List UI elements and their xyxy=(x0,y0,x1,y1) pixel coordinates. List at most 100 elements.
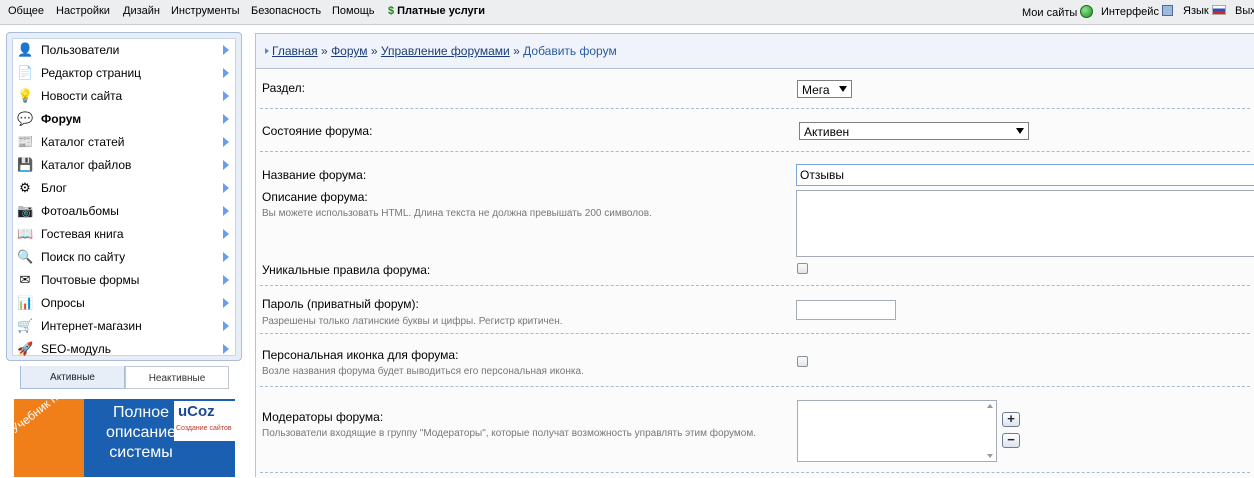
sidebar-item-label: Новости сайта xyxy=(41,89,123,103)
moderators-listbox[interactable] xyxy=(797,400,997,462)
ucoz-logo-subtitle: Создание сайтов xyxy=(176,425,232,432)
menu-my-sites[interactable]: Мои сайты xyxy=(1022,5,1094,19)
module-icon: 📷 xyxy=(17,203,34,218)
sidebar-item[interactable]: 📊 Опросы xyxy=(13,292,235,315)
my-sites-label: Мои сайты xyxy=(1022,7,1078,19)
ucoz-tutorial-banner[interactable]: Учебник по uCoz Полное описание системы … xyxy=(14,399,235,477)
module-list: 👤 Пользователи 📄 Редактор страниц 💡 Новости с… xyxy=(12,38,236,356)
tab-inactive-modules[interactable]: Неактивные xyxy=(125,366,229,389)
interface-label: Интерфейс xyxy=(1101,6,1159,18)
divider xyxy=(260,151,1250,152)
menu-design[interactable]: Дизайн xyxy=(123,5,160,17)
menu-tools[interactable]: Инструменты xyxy=(171,5,240,17)
name-label: Название форума: xyxy=(262,168,367,182)
breadcrumb: Главная » Форум » Управление форумами » … xyxy=(256,34,1254,69)
chevron-right-icon[interactable] xyxy=(223,206,229,216)
divider xyxy=(260,386,1250,387)
chevron-right-icon[interactable] xyxy=(223,68,229,78)
chevron-right-icon[interactable] xyxy=(223,137,229,147)
chevron-right-icon[interactable] xyxy=(223,344,229,354)
sidebar-item[interactable]: ✉ Почтовые формы xyxy=(13,269,235,292)
sidebar-item[interactable]: 👤 Пользователи xyxy=(13,39,235,62)
chevron-right-icon[interactable] xyxy=(223,160,229,170)
menu-help[interactable]: Помощь xyxy=(332,5,375,17)
chevron-right-icon[interactable] xyxy=(223,183,229,193)
state-select[interactable]: Активен xyxy=(799,122,1029,140)
sidebar-item[interactable]: 🔍 Поиск по сайту xyxy=(13,246,235,269)
menu-security[interactable]: Безопасность xyxy=(251,5,321,17)
chevron-down-icon xyxy=(839,86,847,92)
forum-description-textarea[interactable] xyxy=(796,190,1254,257)
menu-general[interactable]: Общее xyxy=(8,5,44,17)
menu-paid-services[interactable]: $ Платные услуги xyxy=(388,5,485,17)
personal-icon-checkbox[interactable] xyxy=(797,356,808,367)
chevron-down-icon xyxy=(1016,128,1024,134)
breadcrumb-current: Добавить форум xyxy=(523,44,617,58)
breadcrumb-manage-link[interactable]: Управление форумами xyxy=(381,44,510,58)
moderators-hint: Пользователи входящие в группу "Модерато… xyxy=(262,428,757,439)
sidebar-item[interactable]: 🛒 Интернет-магазин xyxy=(13,315,235,338)
ucoz-logo: uCoz Создание сайтов xyxy=(174,401,235,441)
sidebar-item-label: Редактор страниц xyxy=(41,66,142,80)
module-icon: ⚙ xyxy=(19,180,31,195)
banner-line-3: системы xyxy=(109,444,173,461)
divider xyxy=(260,108,1250,109)
sidebar-item[interactable]: 🚀 SEO-модуль xyxy=(13,338,235,361)
chevron-right-icon[interactable] xyxy=(223,114,229,124)
scroll-down-icon xyxy=(987,454,993,458)
state-label: Состояние форума: xyxy=(262,124,373,138)
password-hint: Разрешены только латинские буквы и цифры… xyxy=(262,316,563,327)
chevron-right-icon[interactable] xyxy=(223,275,229,285)
sidebar-item[interactable]: ⚙ Блог xyxy=(13,177,235,200)
menu-exit[interactable]: Вых xyxy=(1235,5,1254,17)
divider xyxy=(260,472,1250,473)
module-icon: 📖 xyxy=(17,226,34,241)
scroll-up-icon xyxy=(987,404,993,408)
paid-services-label: Платные услуги xyxy=(397,5,486,17)
module-icon: 🚀 xyxy=(17,341,34,356)
add-forum-form: Раздел: Мега Состояние форума: Активен Н… xyxy=(256,70,1254,478)
chevron-right-icon[interactable] xyxy=(223,45,229,55)
sidebar-item-label: Фотоальбомы xyxy=(41,204,119,218)
chevron-right-icon[interactable] xyxy=(223,252,229,262)
add-moderator-button[interactable]: + xyxy=(1002,412,1020,427)
menu-interface[interactable]: Интерфейс xyxy=(1101,5,1173,18)
module-icon: 🔍 xyxy=(17,249,34,264)
sidebar-item[interactable]: 📖 Гостевая книга xyxy=(13,223,235,246)
unique-rules-label: Уникальные правила форума: xyxy=(262,263,431,277)
sidebar-item[interactable]: 💬 Форум xyxy=(13,108,235,131)
menu-settings[interactable]: Настройки xyxy=(56,5,110,17)
sidebar-item[interactable]: 💡 Новости сайта xyxy=(13,85,235,108)
module-icon: 👤 xyxy=(17,42,34,57)
module-icon: 📄 xyxy=(17,65,34,80)
unique-rules-checkbox[interactable] xyxy=(797,263,808,274)
tab-active-modules[interactable]: Активные xyxy=(20,366,125,389)
main-panel: Главная » Форум » Управление форумами » … xyxy=(255,33,1254,478)
language-label: Язык xyxy=(1183,5,1209,17)
sidebar-item-label: Почтовые формы xyxy=(41,273,140,287)
sidebar-item[interactable]: 📄 Редактор страниц xyxy=(13,62,235,85)
sidebar-item[interactable]: 📷 Фотоальбомы xyxy=(13,200,235,223)
sidebar-item[interactable]: 💾 Каталог файлов xyxy=(13,154,235,177)
chevron-right-icon[interactable] xyxy=(223,229,229,239)
breadcrumb-home-link[interactable]: Главная xyxy=(272,44,318,58)
module-icon: 📊 xyxy=(17,295,34,310)
chevron-right-icon[interactable] xyxy=(223,321,229,331)
sidebar-tabs: Активные Неактивные xyxy=(20,366,229,390)
section-select[interactable]: Мега xyxy=(797,80,852,98)
divider xyxy=(260,285,1250,286)
chevron-right-icon[interactable] xyxy=(223,91,229,101)
dollar-icon: $ xyxy=(388,5,395,17)
forum-name-input[interactable]: Отзывы xyxy=(796,164,1254,186)
chevron-right-icon[interactable] xyxy=(223,298,229,308)
remove-moderator-button[interactable]: − xyxy=(1002,433,1020,448)
breadcrumb-forum-link[interactable]: Форум xyxy=(331,44,367,58)
sidebar-item-label: Пользователи xyxy=(41,43,120,57)
menu-language[interactable]: Язык xyxy=(1183,5,1226,17)
sidebar-item[interactable]: 📰 Каталог статей xyxy=(13,131,235,154)
divider xyxy=(260,333,1250,334)
password-input[interactable] xyxy=(796,300,896,320)
breadcrumb-separator: » xyxy=(370,44,378,58)
module-icon: 💡 xyxy=(17,88,34,103)
breadcrumb-separator: » xyxy=(513,44,520,58)
